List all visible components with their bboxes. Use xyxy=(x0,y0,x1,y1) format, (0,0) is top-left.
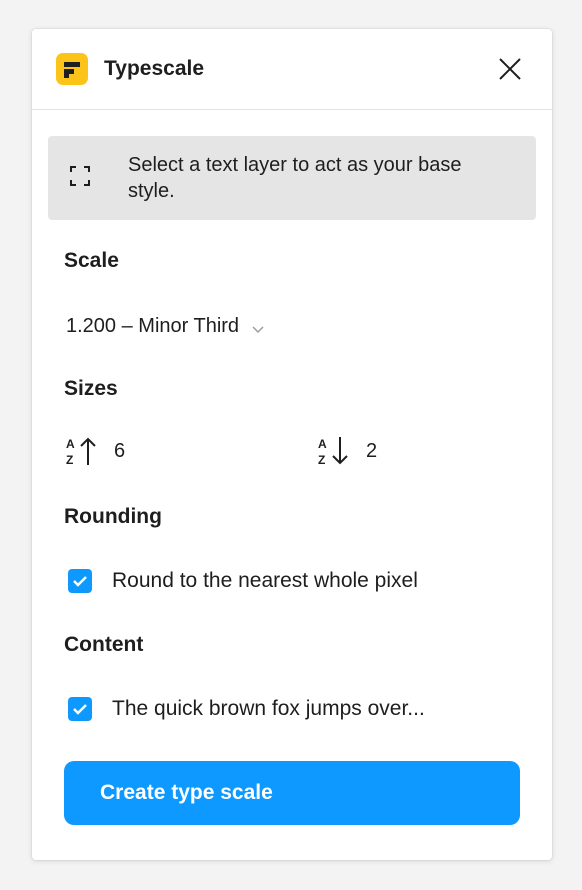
content-checkbox[interactable] xyxy=(68,697,92,721)
content-heading: Content xyxy=(64,633,144,656)
sort-up-icon: A Z xyxy=(66,435,102,467)
content-checkbox-row[interactable]: The quick brown fox jumps over... xyxy=(68,696,425,722)
rounding-checkbox[interactable] xyxy=(68,569,92,593)
svg-text:Z: Z xyxy=(318,453,325,467)
sizes-down-field[interactable]: A Z 2 xyxy=(318,435,426,467)
sort-down-icon: A Z xyxy=(318,435,354,467)
close-icon[interactable] xyxy=(498,57,522,81)
chevron-down-icon xyxy=(251,321,265,334)
content-label: The quick brown fox jumps over... xyxy=(112,697,425,720)
sizes-down-value[interactable]: 2 xyxy=(366,438,426,464)
svg-text:A: A xyxy=(318,437,327,451)
typescale-panel: Typescale Select a text layer to act as … xyxy=(32,29,552,860)
svg-text:Z: Z xyxy=(66,453,73,467)
sizes-up-field[interactable]: A Z 6 xyxy=(66,435,174,467)
scale-heading: Scale xyxy=(64,249,119,272)
scale-select[interactable]: 1.200 – Minor Third xyxy=(66,313,265,339)
create-type-scale-button[interactable]: Create type scale xyxy=(64,761,520,825)
rounding-label: Round to the nearest whole pixel xyxy=(112,569,418,592)
selection-frame-icon xyxy=(70,166,90,186)
title-bar: Typescale xyxy=(32,29,552,110)
rounding-heading: Rounding xyxy=(64,505,162,528)
rounding-checkbox-row[interactable]: Round to the nearest whole pixel xyxy=(68,568,418,594)
typescale-logo-icon xyxy=(56,53,88,85)
sizes-heading: Sizes xyxy=(64,377,118,400)
svg-text:A: A xyxy=(66,437,75,451)
checkmark-icon xyxy=(73,704,87,715)
selection-notice: Select a text layer to act as your base … xyxy=(48,136,536,220)
panel-title: Typescale xyxy=(104,57,205,80)
sizes-up-value[interactable]: 6 xyxy=(114,438,174,464)
scale-select-value: 1.200 – Minor Third xyxy=(66,315,240,337)
checkmark-icon xyxy=(73,576,87,587)
notice-text: Select a text layer to act as your base … xyxy=(128,154,462,202)
